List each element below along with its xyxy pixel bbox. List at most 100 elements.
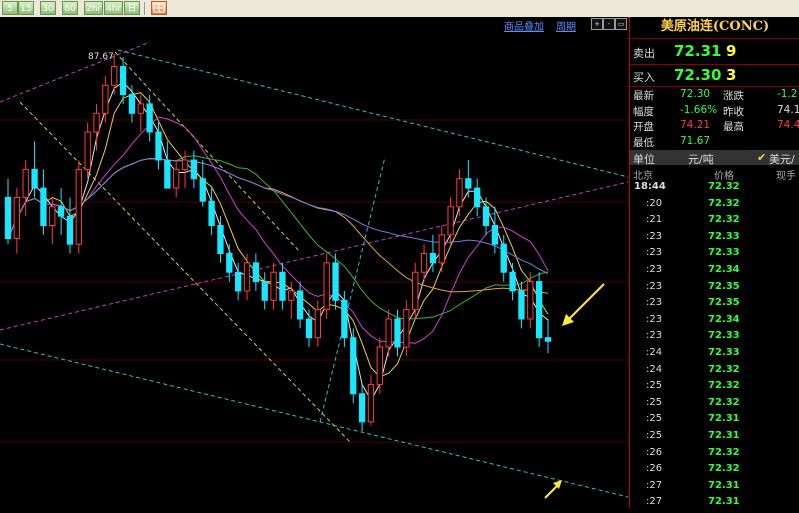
candle-body [482,206,490,226]
zoom-out-icon[interactable]: - [603,18,615,30]
tick-time: :21 [646,214,663,226]
candle-body [181,159,189,170]
annotation-arrow-upper [562,283,605,326]
candle-body [119,66,127,96]
tick-time: :23 [646,264,663,275]
candle-body [527,281,534,320]
stat-value: -1.2 [777,88,798,100]
tick-row: :23 72.33 [630,247,799,264]
candle-body [305,318,313,339]
trend-line-yellow [114,51,301,253]
tick-row: :21 72.32 [630,214,799,231]
candle-body [252,262,260,283]
tick-price: 72.31 [708,479,740,491]
quote-panel: 美原油连(CONC) 卖出 72.31 9 买入 72.30 3 最新 72.30… [629,17,799,508]
candle-body [57,206,65,217]
unit-label: 单位 [633,153,655,166]
overlay-commodity-link[interactable]: 商品叠加 [504,18,544,33]
tick-time: :27 [646,479,663,491]
stat-label: 最新 [633,90,654,102]
period-button-2hr[interactable]: 2hr [84,1,104,15]
candles [4,54,552,432]
period-button-4hr[interactable]: 4hr [104,1,124,15]
candle-body [49,206,56,226]
stat-label: 开盘 [633,121,654,133]
tick-price: 72.33 [708,330,740,342]
candle-body [429,253,437,264]
tick-time: :23 [646,297,663,309]
candle-body [93,112,100,133]
candle-body [447,206,454,236]
candle-body [111,66,118,86]
candle-body [535,281,543,339]
trend-line-cyan [0,343,628,498]
candle-body [544,337,552,342]
candle-body [420,253,428,273]
tick-row: :23 72.35 [630,297,799,314]
tick-time: :25 [646,413,663,425]
period-toolbar: 5 15 30 60 2hr 4hr 日 [0,0,799,18]
period-link[interactable]: 周期 [556,18,576,33]
candle-body [190,159,198,180]
candle-body [509,271,516,292]
tick-price: 72.31 [708,496,740,508]
candle-body [128,94,136,114]
candle-body [164,159,171,189]
tick-price: 72.32 [708,181,740,192]
stat-value: 74.4 [777,119,799,131]
tick-header-volume: 现手 [776,171,796,182]
toolbar-divider [144,2,145,15]
tick-time: :25 [646,430,663,441]
stat-value: -1.66% [680,103,718,116]
unit-alt[interactable]: 美元/ [769,151,795,167]
tick-price: 72.33 [708,347,740,358]
zoom-in-icon[interactable]: + [591,18,603,30]
tick-price: 72.34 [708,313,740,325]
tick-price: 72.32 [708,446,740,458]
candle-body [217,224,224,255]
candle-body [394,318,401,348]
candle-body [40,187,47,226]
stat-value: 71.67 [680,134,711,147]
instrument-title: 美原油连(CONC) [660,19,770,34]
stat-label: 最高 [723,121,744,133]
candle-body [385,318,392,348]
candle-body [22,168,29,198]
stat-label: 最低 [633,136,654,149]
trend-line-cyan [117,49,628,178]
candle-body [261,281,268,301]
trend-line-magenta [0,41,151,103]
tick-time: :27 [646,496,663,508]
period-button-5[interactable]: 5 [2,1,18,15]
chart-grid [0,119,628,443]
peak-label: 87.67 [88,52,114,62]
period-button-30[interactable]: 30 [40,1,56,15]
tick-row: :27 72.31 [630,480,799,497]
tick-time: :25 [646,396,663,408]
candle-body [332,262,339,301]
candlestick-chart[interactable]: 87.67 [0,32,628,508]
candle-body [243,262,251,292]
candle-body [84,131,91,170]
ma-line [7,81,549,402]
candle-body [500,243,507,273]
tick-time: 18:44 [634,181,666,192]
tick-row: :23 72.34 [630,314,799,331]
tick-price: 72.31 [708,430,740,441]
bid-label: 买入 [633,71,655,84]
tick-time: :23 [646,280,663,292]
tick-row: :23 72.33 [630,231,799,248]
candle-body [279,271,286,301]
tick-time: :23 [646,247,663,259]
period-button-15[interactable]: 15 [18,1,34,15]
tick-price: 72.31 [708,413,740,425]
unit-value: 元/吨 [688,153,714,166]
period-button-60[interactable]: 60 [62,1,78,15]
period-button-day[interactable]: 日 [124,1,140,15]
restore-icon[interactable]: ▭ [615,18,627,30]
check-icon[interactable]: ✔ [757,151,766,164]
candle-body [323,262,330,311]
tick-price: 72.35 [708,280,740,292]
bid-price: 72.30 [674,66,722,84]
grid-icon[interactable] [151,1,167,15]
